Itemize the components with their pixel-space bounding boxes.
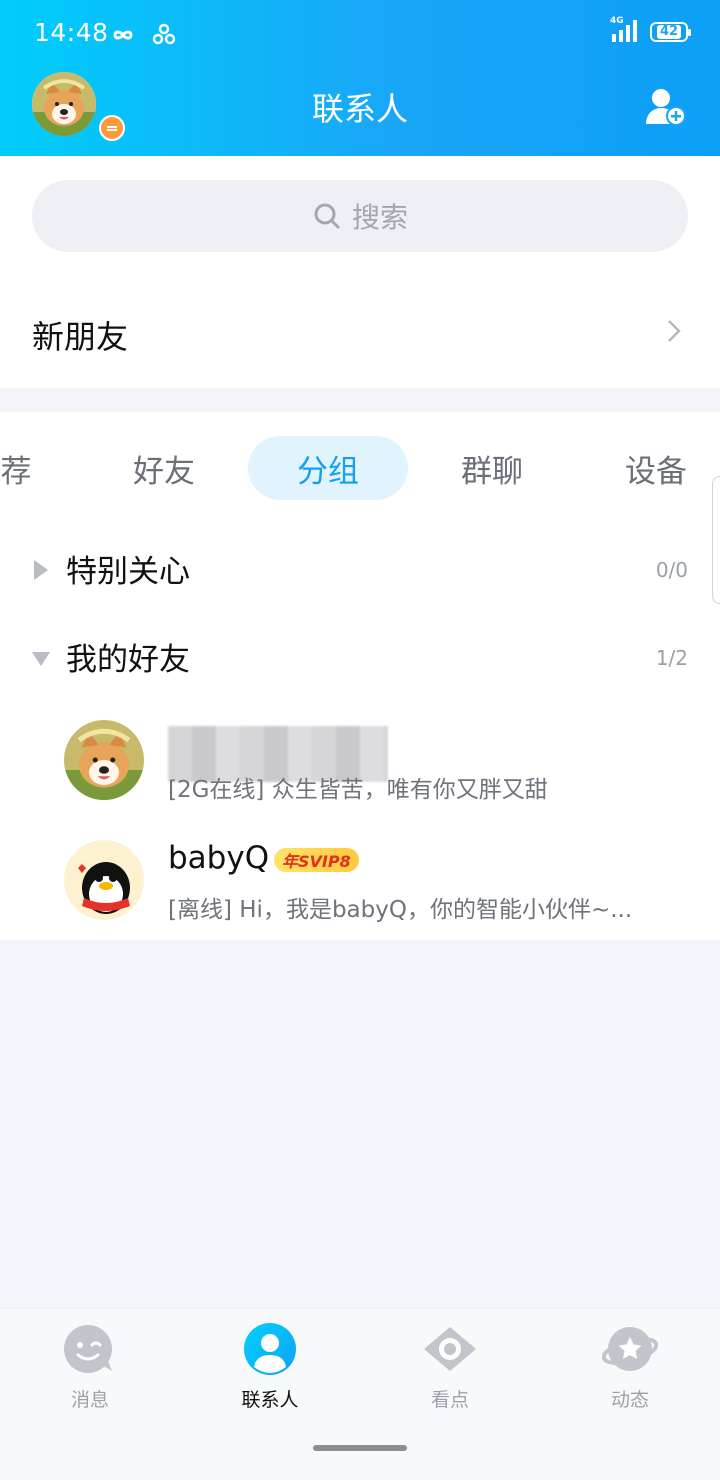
status-icons-left — [108, 20, 178, 50]
friend-status: [离线] Hi，我是babyQ，你的智能小伙伴~... — [168, 897, 633, 923]
message-icon — [64, 1325, 112, 1373]
friend-row[interactable]: [2G在线] 众生皆苦，唯有你又胖又甜 — [0, 720, 720, 820]
network-type: 4G — [610, 16, 624, 26]
contacts-list: 荐 好友 分组 群聊 设备 特别关心 0/0 我的好友 1/2 [2G在线] 众… — [0, 412, 720, 940]
nav-label: 联系人 — [241, 1389, 299, 1411]
tab-groups[interactable]: 分组 — [248, 436, 408, 500]
clover-icon — [152, 23, 176, 45]
group-count: 1/2 — [655, 646, 688, 670]
nav-label: 消息 — [70, 1389, 109, 1411]
status-icons-right: 4G 42 — [610, 16, 691, 44]
search-icon — [314, 203, 340, 229]
side-scroll-handle[interactable] — [712, 476, 720, 604]
bottom-navigation: 消息 联系人 看点 动态 — [0, 1308, 720, 1480]
friend-avatar — [64, 840, 144, 920]
group-special-care[interactable]: 特别关心 0/0 — [0, 540, 720, 600]
nav-moments[interactable]: 动态 — [570, 1321, 690, 1412]
group-my-friends[interactable]: 我的好友 1/2 — [0, 628, 720, 688]
tab-recommend[interactable]: 荐 — [0, 436, 36, 500]
friend-status: [2G在线] 众生皆苦，唯有你又胖又甜 — [168, 777, 548, 803]
group-name: 特别关心 — [66, 554, 190, 590]
tab-group-chats[interactable]: 群聊 — [446, 436, 538, 500]
expand-arrow-icon — [34, 560, 48, 580]
infinity-icon — [113, 30, 133, 40]
friend-name: babyQ — [168, 840, 270, 876]
new-friends-label[interactable]: 新朋友 — [32, 312, 128, 358]
battery-icon: 42 — [650, 22, 691, 42]
tab-friends[interactable]: 好友 — [118, 436, 210, 500]
svip-badge: 年SVIP8 — [274, 848, 359, 872]
top-area: 搜索 新朋友 — [0, 156, 720, 388]
planet-star-icon — [601, 1327, 659, 1371]
tab-devices[interactable]: 设备 — [610, 436, 702, 500]
header: 14:48 4G 42 联系人 — [0, 0, 720, 156]
search-input[interactable]: 搜索 — [32, 180, 688, 252]
nav-contacts[interactable]: 联系人 — [210, 1321, 330, 1412]
add-contact-icon[interactable] — [644, 86, 686, 128]
group-name: 我的好友 — [66, 642, 190, 678]
search-placeholder: 搜索 — [351, 201, 408, 234]
chevron-right-icon — [668, 320, 681, 342]
nav-label: 动态 — [610, 1389, 649, 1411]
nav-highlights[interactable]: 看点 — [390, 1321, 510, 1412]
nav-label: 看点 — [430, 1389, 469, 1411]
nav-messages[interactable]: 消息 — [30, 1321, 150, 1412]
status-time: 14:48 — [34, 18, 109, 47]
friend-row[interactable]: babyQ 年SVIP8 [离线] Hi，我是babyQ，你的智能小伙伴~... — [0, 840, 720, 940]
eye-icon — [424, 1327, 476, 1371]
contacts-icon — [244, 1323, 296, 1375]
collapse-arrow-icon — [32, 652, 50, 666]
friend-avatar — [64, 720, 144, 800]
signal-icon: 4G — [610, 16, 640, 44]
page-title: 联系人 — [311, 90, 408, 128]
home-indicator[interactable] — [313, 1445, 407, 1451]
contact-tabs: 荐 好友 分组 群聊 设备 — [0, 436, 720, 500]
group-count: 0/0 — [655, 558, 688, 582]
battery-level: 42 — [656, 25, 682, 39]
